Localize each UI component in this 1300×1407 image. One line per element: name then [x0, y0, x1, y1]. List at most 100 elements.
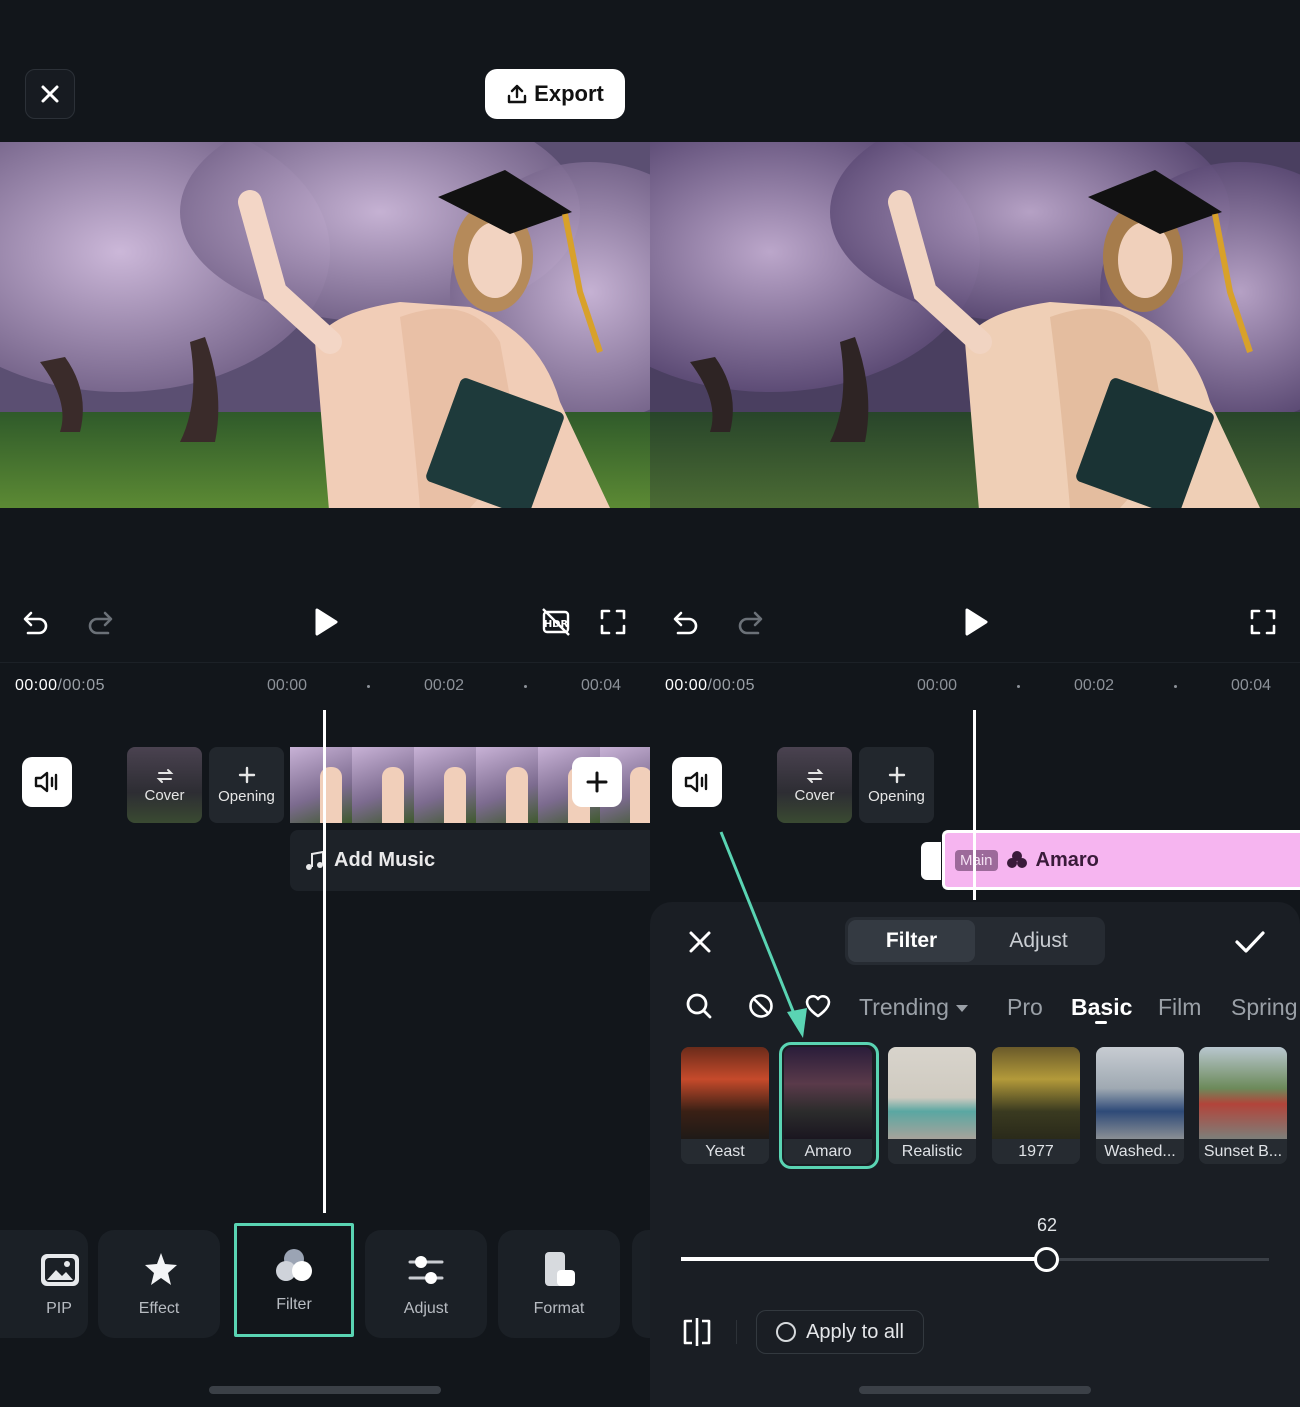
search-button[interactable]: [683, 990, 715, 1022]
tool-label: Format: [533, 1300, 585, 1317]
filter-label: Washed...: [1096, 1139, 1184, 1164]
home-indicator: [859, 1386, 1091, 1394]
radio-icon: [776, 1322, 797, 1342]
close-icon: [689, 931, 711, 953]
apply-to-all-toggle[interactable]: Apply to all: [756, 1310, 924, 1354]
swap-icon: [806, 768, 823, 783]
tool-adjust[interactable]: Adjust: [365, 1230, 487, 1338]
checkmark-icon: [1235, 931, 1265, 953]
filter-track[interactable]: Main Amaro: [942, 830, 1300, 890]
preview-image: [650, 142, 1300, 508]
timecode: 00:00/00:05: [15, 677, 106, 694]
tab-filter[interactable]: Filter: [848, 920, 975, 962]
hdr-off-icon: HDR: [542, 608, 570, 636]
selected-filter-outline: [779, 1042, 879, 1169]
opening-button[interactable]: Opening: [859, 747, 934, 823]
filter-preview-realistic: [888, 1047, 976, 1139]
ruler-tick: 00:04: [581, 677, 622, 694]
filter-circles-icon: [276, 1249, 312, 1281]
category-film[interactable]: Film: [1158, 994, 1201, 1021]
filter-thumbnail[interactable]: Sunset B...: [1199, 1047, 1287, 1164]
ruler-tick: 00:00: [267, 677, 308, 694]
confirm-filter-button[interactable]: [1230, 922, 1270, 962]
mute-button[interactable]: [672, 757, 722, 807]
timecode: 00:00/00:05: [665, 677, 756, 694]
speaker-icon: [34, 771, 58, 793]
filter-thumbnail[interactable]: Realistic: [888, 1047, 976, 1164]
add-music-track[interactable]: Add Music: [290, 830, 650, 891]
undo-button[interactable]: [668, 605, 704, 641]
chevron-down-icon: [956, 1004, 969, 1012]
close-button[interactable]: [25, 69, 75, 119]
plus-icon: [586, 771, 608, 793]
cover-button[interactable]: Cover: [127, 747, 202, 823]
filter-label: Sunset B...: [1199, 1139, 1287, 1164]
sliders-icon: [408, 1256, 444, 1284]
cover-button[interactable]: Cover: [777, 747, 852, 823]
tool-pip[interactable]: PIP: [0, 1230, 88, 1338]
redo-button[interactable]: [732, 605, 768, 641]
cancel-filter-button[interactable]: [680, 922, 720, 962]
video-preview[interactable]: [650, 142, 1300, 508]
active-category-indicator: [1095, 1021, 1107, 1024]
tool-format[interactable]: Format: [498, 1230, 620, 1338]
hdr-toggle-button[interactable]: HDR: [537, 603, 575, 641]
filter-circles-icon: [1006, 851, 1027, 868]
tab-adjust[interactable]: Adjust: [975, 920, 1102, 962]
filter-thumbnail[interactable]: 1977: [992, 1047, 1080, 1164]
format-icon: [545, 1252, 575, 1286]
main-badge: Main: [955, 849, 998, 871]
plus-icon: [888, 766, 905, 783]
export-label: Export: [534, 81, 604, 106]
plus-icon: [238, 766, 255, 783]
export-button[interactable]: Export: [485, 69, 625, 119]
category-basic[interactable]: Basic: [1071, 994, 1132, 1021]
filter-preview-1977: [992, 1047, 1080, 1139]
compare-icon: [683, 1318, 711, 1346]
filter-label: Realistic: [888, 1139, 976, 1164]
redo-button[interactable]: [82, 605, 118, 641]
filter-track-label: Amaro: [1035, 848, 1099, 871]
ruler-tick: 00:02: [424, 677, 465, 694]
video-preview[interactable]: [0, 142, 650, 508]
filter-track-trim-handle[interactable]: [921, 842, 941, 880]
fullscreen-button[interactable]: [595, 603, 631, 641]
filter-thumbnail[interactable]: Washed...: [1096, 1047, 1184, 1164]
play-button[interactable]: [308, 603, 344, 641]
cover-label: Cover: [144, 786, 185, 804]
redo-icon: [88, 611, 113, 635]
annotation-arrow: [719, 831, 807, 1038]
filter-label: Yeast: [681, 1139, 769, 1164]
undo-button[interactable]: [18, 605, 54, 641]
play-button[interactable]: [958, 603, 994, 641]
editor-filter-view: 00:00/00:05 00:00 00:02 00:04 Cover Open…: [650, 0, 1300, 1407]
playhead[interactable]: [973, 710, 976, 900]
opening-button[interactable]: Opening: [209, 747, 284, 823]
apply-to-all-label: Apply to all: [806, 1320, 904, 1343]
category-spring[interactable]: Spring: [1231, 994, 1297, 1021]
intensity-value: 62: [1037, 1215, 1058, 1235]
tool-label: PIP: [46, 1300, 72, 1317]
playhead[interactable]: [323, 710, 326, 1213]
upload-icon: [507, 84, 527, 104]
intensity-slider-knob[interactable]: [1033, 1247, 1059, 1272]
fullscreen-button[interactable]: [1245, 603, 1281, 641]
category-trending[interactable]: Trending: [859, 994, 969, 1021]
editor-main-view: Export HDR 00:00/00:05 00:00 00:02 00:04…: [0, 0, 650, 1407]
compare-button[interactable]: [678, 1314, 716, 1350]
undo-icon: [673, 611, 698, 635]
filter-thumbnail[interactable]: Yeast: [681, 1047, 769, 1164]
opening-label: Opening: [218, 787, 275, 805]
tool-effect[interactable]: Effect: [98, 1230, 220, 1338]
fullscreen-icon: [600, 609, 626, 635]
filter-preview-yeast: [681, 1047, 769, 1139]
tool-filter[interactable]: Filter: [234, 1223, 354, 1337]
add-clip-button[interactable]: [572, 757, 622, 807]
close-icon: [41, 85, 59, 103]
tool-more[interactable]: [632, 1230, 650, 1338]
mute-button[interactable]: [22, 757, 72, 807]
cover-label: Cover: [794, 786, 835, 804]
picture-in-picture-icon: [41, 1254, 79, 1286]
filter-adjust-tabs: Filter Adjust: [845, 917, 1105, 965]
category-pro[interactable]: Pro: [1007, 994, 1043, 1021]
